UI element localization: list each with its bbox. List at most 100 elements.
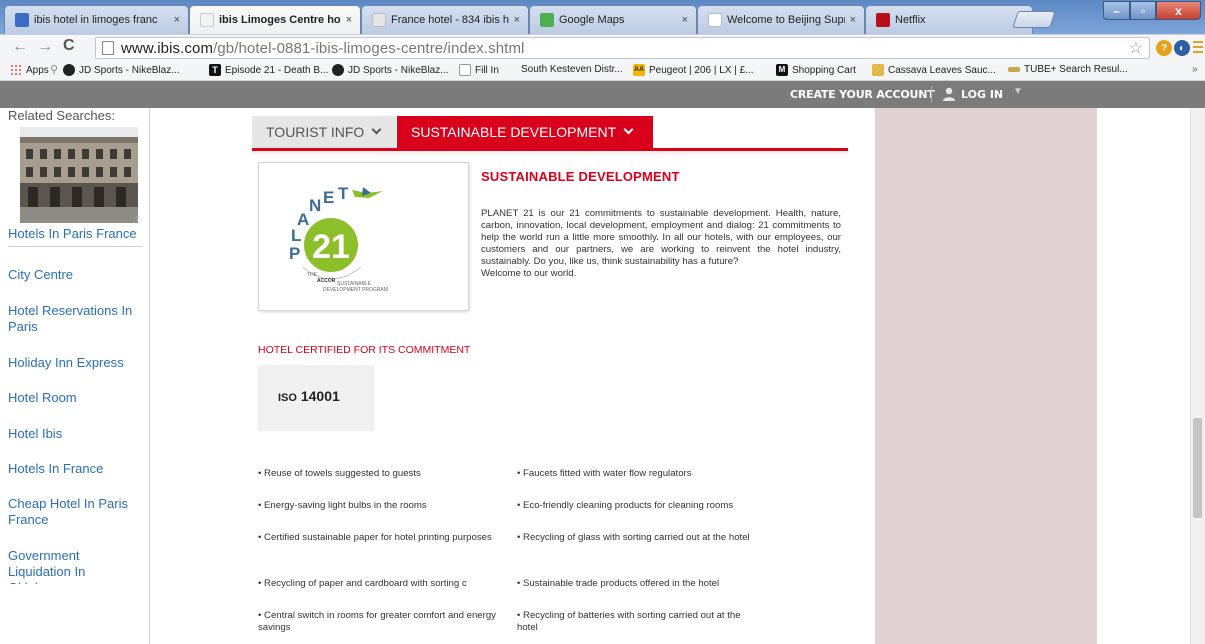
page-favicon-icon xyxy=(708,13,722,27)
feature-item: • Eco-friendly cleaning products for cle… xyxy=(517,500,734,511)
right-panel xyxy=(875,108,1097,644)
feature-item: • Central switch in rooms for greater co… xyxy=(258,610,496,633)
hotel-building-image[interactable] xyxy=(20,127,138,223)
tab-label: France hotel - 834 ibis hot xyxy=(391,14,509,26)
bookmark-item[interactable]: Cassava Leaves Sauc... xyxy=(872,64,996,76)
folder-icon xyxy=(872,64,884,76)
related-searches-heading: Related Searches: xyxy=(8,108,115,123)
sidebar-link[interactable]: Hotel Ibis xyxy=(8,426,143,442)
page-favicon-icon xyxy=(200,13,214,27)
sidebar-link[interactable]: Holiday Inn Express xyxy=(8,355,143,371)
divider xyxy=(931,86,932,103)
tab-tourist-info[interactable]: TOURIST INFO xyxy=(252,116,396,148)
planet21-logo: 21 P L A N E T THE ACCOR SUSTAINABLE DEV… xyxy=(289,184,388,293)
page-margin xyxy=(1097,108,1135,644)
maps-favicon-icon xyxy=(540,13,554,27)
bookmark-item[interactable]: JD Sports - NikeBlaz... xyxy=(63,64,180,76)
aa-icon: AA xyxy=(633,64,645,76)
tab-label: Google Maps xyxy=(559,14,625,26)
sidebar-link[interactable]: Government Liquidation In Oklahoma xyxy=(8,548,143,584)
jd-icon xyxy=(63,64,75,76)
svg-text:21: 21 xyxy=(312,228,350,266)
feature-item: • Sustainable trade products offered in … xyxy=(517,578,720,589)
feature-item: • Recycling of paper and cardboard with … xyxy=(258,578,467,589)
chevron-down-icon xyxy=(623,124,634,135)
forward-arrow-icon[interactable]: → xyxy=(37,38,53,56)
iso-certificate-badge: ISO 14001 xyxy=(258,365,374,431)
site-account-bar: CREATE YOUR ACCOUNT LOG IN ▼ xyxy=(0,81,1205,108)
extension-icon[interactable]: ◐ xyxy=(1174,40,1190,56)
tube-icon xyxy=(1008,67,1020,72)
browser-tab[interactable]: Netflix × xyxy=(865,5,1033,34)
close-icon[interactable]: × xyxy=(346,14,352,26)
page-icon xyxy=(102,41,114,55)
bookmarks-bar: Apps ⚲ JD Sports - NikeBlaz... T Episode… xyxy=(0,61,1205,81)
tab-sustainable-development[interactable]: SUSTAINABLE DEVELOPMENT xyxy=(397,116,653,148)
close-icon[interactable]: × xyxy=(174,14,180,26)
close-icon[interactable]: × xyxy=(682,14,688,26)
page-icon xyxy=(459,64,471,76)
scrollbar-thumb[interactable] xyxy=(1193,418,1202,518)
bookmark-item[interactable]: AA Peugeot | 206 | LX | £... xyxy=(633,64,754,76)
section-title: SUSTAINABLE DEVELOPMENT xyxy=(481,169,680,184)
bookmark-item[interactable]: JD Sports - NikeBlaz... xyxy=(332,64,449,76)
close-icon[interactable]: × xyxy=(850,14,856,26)
tab-label: ibis Limoges Centre hotel xyxy=(219,14,341,26)
browser-tab[interactable]: Welcome to Beijing Supre × xyxy=(697,5,865,34)
menu-icon[interactable] xyxy=(1193,40,1203,54)
sidebar-link[interactable]: Hotels In France xyxy=(8,461,143,477)
minimize-button[interactable]: – xyxy=(1103,1,1130,20)
netflix-favicon-icon xyxy=(876,13,890,27)
bookmark-item[interactable]: Fill In xyxy=(459,64,499,76)
bookmark-star-icon[interactable]: ☆ xyxy=(1129,38,1143,58)
browser-toolbar: ← → C www.ibis.com/gb/hotel-0881-ibis-li… xyxy=(0,34,1205,61)
close-window-button[interactable]: x xyxy=(1156,1,1201,20)
sidebar-link[interactable]: Hotels In Paris France xyxy=(8,226,143,247)
tab-label: Netflix xyxy=(895,14,926,26)
search-icon[interactable]: ⚲ xyxy=(50,63,58,76)
sidebar-link[interactable]: Hotel Reservations In Paris xyxy=(8,303,143,335)
bookmark-item[interactable]: T Episode 21 - Death B... xyxy=(209,64,328,76)
reload-icon[interactable]: C xyxy=(63,37,75,55)
bing-favicon-icon xyxy=(15,13,29,27)
chevron-down-icon[interactable]: ▼ xyxy=(1013,86,1023,97)
feature-item: • Certified sustainable paper for hotel … xyxy=(258,532,492,543)
scrollbar-track[interactable] xyxy=(1190,108,1205,644)
close-icon[interactable]: × xyxy=(514,14,520,26)
back-arrow-icon[interactable]: ← xyxy=(12,38,28,56)
browser-tab[interactable]: ibis hotel in limoges franc × xyxy=(4,5,189,34)
browser-tab-active[interactable]: ibis Limoges Centre hotel × xyxy=(189,5,361,34)
related-searches-sidebar: Related Searches: ⓘ Hotels In Paris Fran… xyxy=(0,108,150,644)
apps-grid-icon xyxy=(10,64,22,76)
sidebar-link[interactable]: Cheap Hotel In Paris France xyxy=(8,496,143,528)
browser-tab[interactable]: France hotel - 834 ibis hot × xyxy=(361,5,529,34)
info-icon[interactable]: ⓘ xyxy=(133,215,141,226)
feature-item: • Faucets fitted with water flow regulat… xyxy=(517,468,692,479)
main-content: TOURIST INFO SUSTAINABLE DEVELOPMENT 21 … xyxy=(150,108,875,644)
certification-heading: HOTEL CERTIFIED FOR ITS COMMITMENT xyxy=(258,344,471,356)
new-tab-button[interactable] xyxy=(1012,11,1056,28)
page-content: Related Searches: ⓘ Hotels In Paris Fran… xyxy=(0,108,1205,644)
feature-item: • Reuse of towels suggested to guests xyxy=(258,468,421,479)
m-icon: M xyxy=(776,64,788,76)
create-account-link[interactable]: CREATE YOUR ACCOUNT xyxy=(790,88,935,101)
feature-item: • Recycling of glass with sorting carrie… xyxy=(517,532,750,543)
login-link[interactable]: LOG IN xyxy=(961,88,1003,101)
maximize-button[interactable]: ▫ xyxy=(1130,1,1156,20)
address-bar[interactable]: www.ibis.com/gb/hotel-0881-ibis-limoges-… xyxy=(95,37,1150,59)
bookmark-item[interactable]: South Kesteven Distr... xyxy=(521,64,623,75)
tab-label: ibis hotel in limoges franc xyxy=(34,14,158,26)
browser-tab-strip: ibis hotel in limoges franc × ibis Limog… xyxy=(0,0,1205,34)
bookmarks-overflow-icon[interactable]: » xyxy=(1192,64,1198,75)
bookmark-item[interactable]: TUBE+ Search Resul... xyxy=(1008,64,1128,75)
sidebar-link[interactable]: City Centre xyxy=(8,267,143,283)
user-icon xyxy=(943,87,955,101)
url-text[interactable]: www.ibis.com/gb/hotel-0881-ibis-limoges-… xyxy=(121,40,524,57)
extension-icon[interactable]: ? xyxy=(1156,40,1172,56)
feature-item: • Recycling of batteries with sorting ca… xyxy=(517,610,741,633)
browser-tab[interactable]: Google Maps × xyxy=(529,5,697,34)
bookmark-item[interactable]: M Shopping Cart xyxy=(776,64,856,76)
bookmark-apps[interactable]: Apps xyxy=(10,64,49,76)
jd-icon xyxy=(332,64,344,76)
sidebar-link[interactable]: Hotel Room xyxy=(8,390,143,406)
